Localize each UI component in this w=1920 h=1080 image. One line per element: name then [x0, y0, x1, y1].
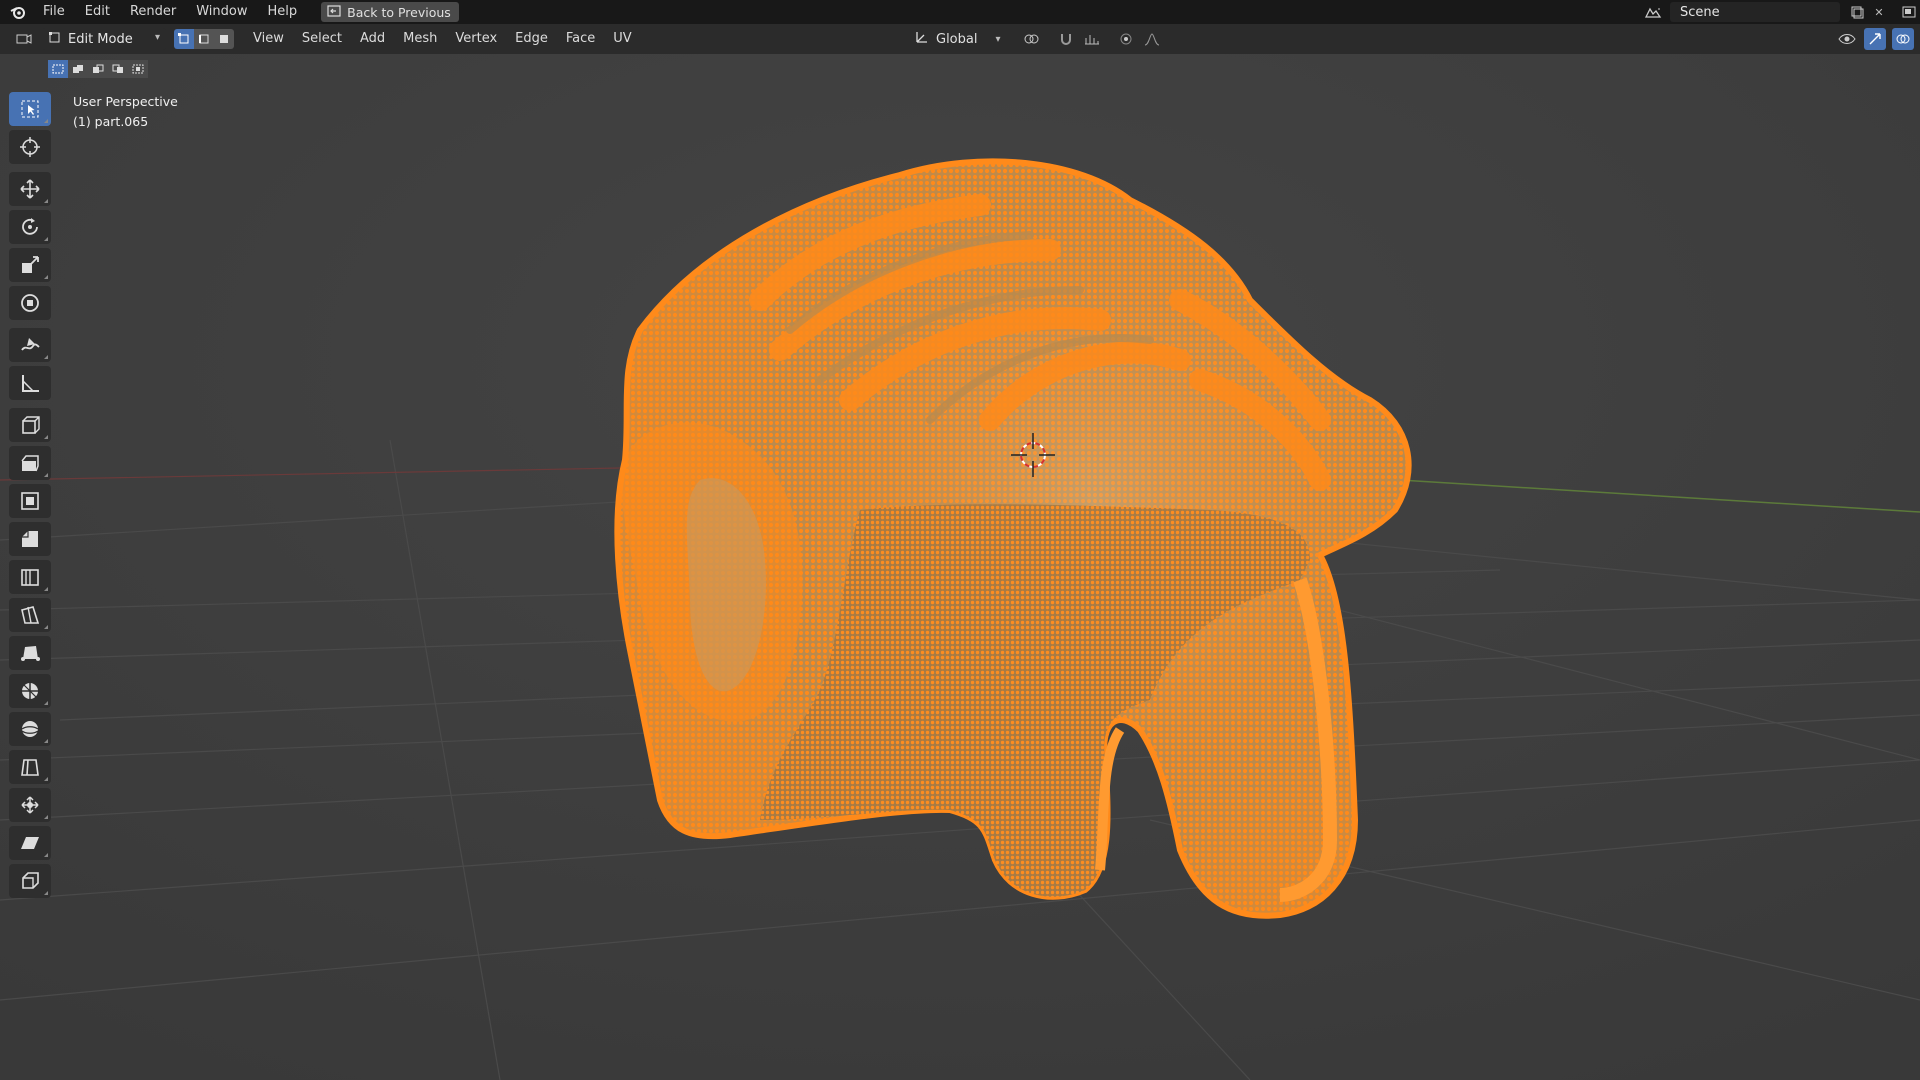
mode-select[interactable]: Edit Mode ▾: [42, 28, 166, 50]
viewport-scene: [0, 54, 1920, 1080]
blender-logo-icon[interactable]: [9, 3, 27, 21]
transform-orientation-select[interactable]: Global ▾: [908, 29, 1007, 49]
inset-faces-tool-icon[interactable]: [9, 484, 51, 518]
edge-select-button[interactable]: [194, 29, 214, 49]
view-name: User Perspective: [73, 94, 178, 109]
poly-build-tool-icon[interactable]: [9, 636, 51, 670]
back-icon: [327, 4, 341, 20]
menu-uv[interactable]: UV: [604, 24, 640, 54]
mode-label: Edit Mode: [68, 31, 133, 47]
gizmo-toggle-icon[interactable]: [1864, 28, 1886, 50]
snap-increment-icon[interactable]: [1081, 28, 1103, 50]
menu-add[interactable]: Add: [351, 24, 394, 54]
menu-window[interactable]: Window: [186, 0, 257, 24]
snap-icon[interactable]: [1055, 28, 1077, 50]
rip-region-tool-icon[interactable]: [9, 864, 51, 898]
visibility-icon[interactable]: [1836, 28, 1858, 50]
smooth-tool-icon[interactable]: [9, 712, 51, 746]
menu-edit[interactable]: Edit: [75, 0, 120, 24]
subtract-selection-icon[interactable]: [88, 60, 108, 78]
tool-shelf: [9, 92, 53, 902]
pivot-point-icon[interactable]: [1021, 28, 1043, 50]
scene-name-field[interactable]: Scene: [1670, 2, 1840, 22]
invert-selection-icon[interactable]: [108, 60, 128, 78]
cursor-tool-icon[interactable]: [9, 130, 51, 164]
bevel-tool-icon[interactable]: [9, 522, 51, 556]
orientation-label: Global: [936, 31, 978, 47]
menu-mesh[interactable]: Mesh: [394, 24, 446, 54]
menu-render[interactable]: Render: [120, 0, 186, 24]
overlays-toggle-icon[interactable]: [1892, 28, 1914, 50]
vertex-select-button[interactable]: [174, 29, 194, 49]
back-to-previous-button[interactable]: Back to Previous: [321, 2, 459, 22]
top-menu-bar: File Edit Render Window Help Back to Pre…: [0, 0, 1920, 24]
delete-scene-icon[interactable]: ✕: [1868, 2, 1890, 22]
move-tool-icon[interactable]: [9, 172, 51, 206]
menu-select[interactable]: Select: [293, 24, 351, 54]
transform-tools: Global ▾: [908, 28, 1163, 50]
falloff-icon[interactable]: [1141, 28, 1163, 50]
knife-tool-icon[interactable]: [9, 598, 51, 632]
rotate-tool-icon[interactable]: [9, 210, 51, 244]
chevron-down-icon: ▾: [154, 32, 160, 43]
extend-selection-icon[interactable]: [68, 60, 88, 78]
menu-file[interactable]: File: [33, 0, 75, 24]
set-selection-icon[interactable]: [48, 60, 68, 78]
selection-mode-row: [48, 60, 148, 78]
menu-vertex[interactable]: Vertex: [446, 24, 506, 54]
menu-view[interactable]: View: [244, 24, 293, 54]
loop-cut-tool-icon[interactable]: [9, 560, 51, 594]
new-scene-icon[interactable]: [1846, 2, 1868, 22]
spin-tool-icon[interactable]: [9, 674, 51, 708]
3d-viewport[interactable]: User Perspective (1) part.065: [0, 54, 1920, 1080]
annotate-tool-icon[interactable]: [9, 328, 51, 362]
menu-help[interactable]: Help: [258, 0, 308, 24]
edge-slide-tool-icon[interactable]: [9, 750, 51, 784]
add-cube-tool-icon[interactable]: [9, 408, 51, 442]
proportional-edit-icon[interactable]: [1115, 28, 1137, 50]
view-layer-icon[interactable]: [1898, 2, 1920, 22]
edit-mode-icon: [48, 30, 62, 48]
select-mode-group: [174, 29, 234, 49]
editor-type-icon[interactable]: [14, 28, 36, 50]
measure-tool-icon[interactable]: [9, 366, 51, 400]
object-label: (1) part.065: [73, 114, 149, 129]
scene-selector-icon[interactable]: [1642, 2, 1664, 22]
chevron-down-icon: ▾: [995, 33, 1001, 45]
viewport-header: Edit Mode ▾ View Select Add Mesh Vertex …: [0, 24, 1920, 54]
viewport-right-tools: [1836, 28, 1914, 50]
extrude-region-tool-icon[interactable]: [9, 446, 51, 480]
shear-tool-icon[interactable]: [9, 826, 51, 860]
select-box-icon[interactable]: [9, 92, 51, 126]
back-to-previous-label: Back to Previous: [347, 4, 451, 20]
menu-face[interactable]: Face: [557, 24, 604, 54]
orientation-icon: [914, 29, 930, 49]
intersect-selection-icon[interactable]: [128, 60, 148, 78]
face-select-button[interactable]: [214, 29, 234, 49]
menu-edge[interactable]: Edge: [506, 24, 557, 54]
viewport-info: User Perspective (1) part.065: [73, 92, 178, 132]
transform-tool-icon[interactable]: [9, 286, 51, 320]
scale-tool-icon[interactable]: [9, 248, 51, 282]
shrink-fatten-tool-icon[interactable]: [9, 788, 51, 822]
